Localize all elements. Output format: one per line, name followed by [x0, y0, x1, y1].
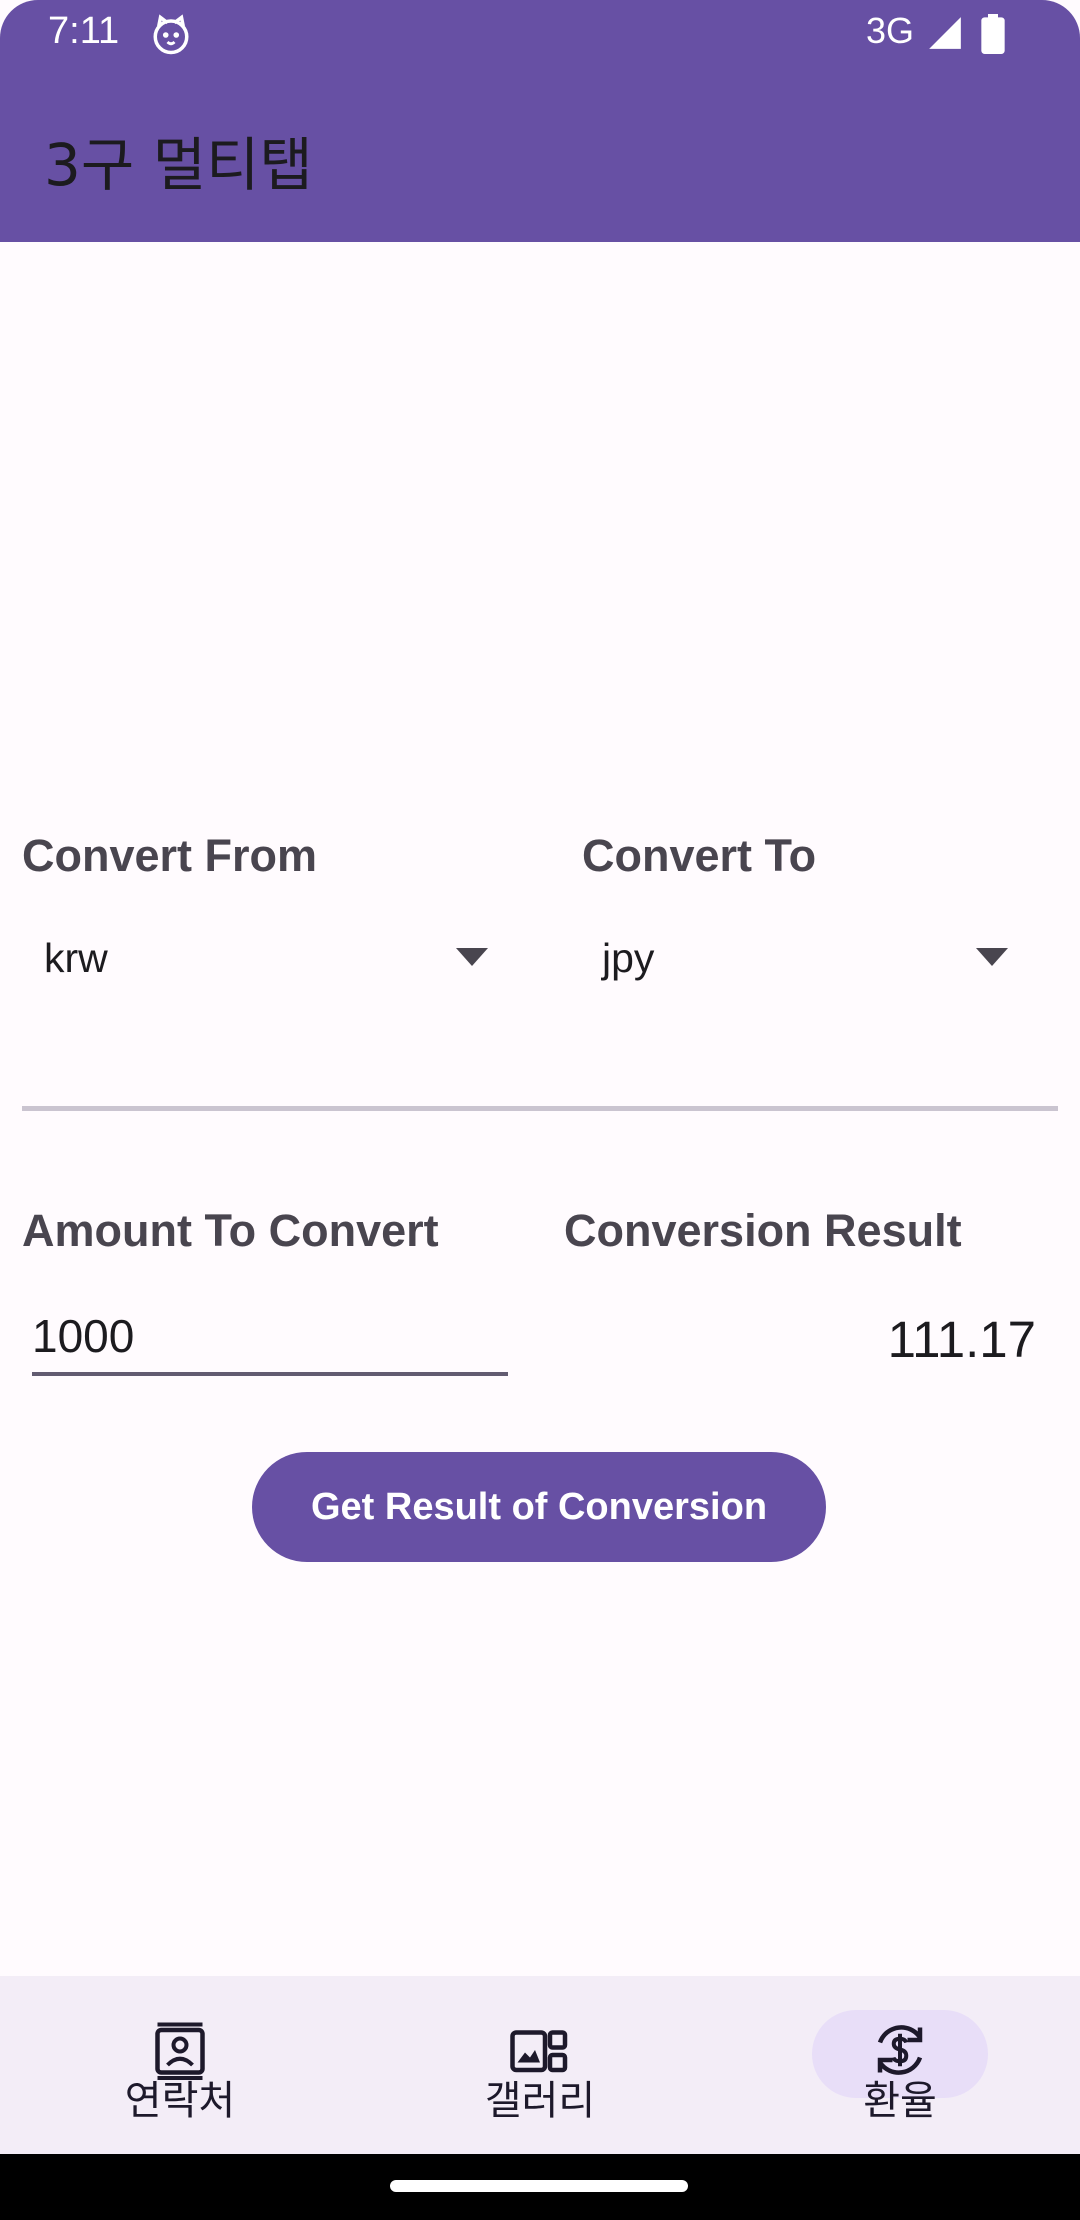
- nav-item-contacts[interactable]: 연락처: [0, 1976, 360, 2154]
- section-divider: [22, 1106, 1058, 1111]
- network-type: 3G: [866, 10, 915, 51]
- nav-item-exchange[interactable]: 환율: [720, 1976, 1080, 2154]
- gesture-navigation-bar: [0, 2154, 1080, 2220]
- amount-label: Amount To Convert: [22, 1205, 439, 1256]
- nav-label-contacts: 연락처: [124, 2078, 236, 2124]
- nav-label-gallery: 갤러리: [484, 2078, 596, 2124]
- cat-face-icon: [153, 14, 189, 55]
- conversion-result-value: 111.17: [887, 1311, 1036, 1368]
- nav-item-gallery[interactable]: 갤러리: [360, 1976, 720, 2154]
- cellular-signal-icon: [929, 17, 961, 49]
- result-label: Conversion Result: [564, 1205, 962, 1256]
- convert-to-label: Convert To: [582, 830, 817, 881]
- dropdown-arrow-icon: [976, 948, 1008, 966]
- bottom-navigation: 연락처 갤러리 환율: [0, 1976, 1080, 2154]
- status-time: 7:11: [48, 10, 120, 52]
- app-title: 3구 멀티탭: [44, 131, 313, 199]
- screen: 7:11 3G 3구 멀티탭 Convert From Convert To k…: [0, 0, 1080, 2220]
- get-result-button[interactable]: Get Result of Conversion: [252, 1452, 826, 1562]
- amount-input[interactable]: [32, 1300, 508, 1376]
- convert-from-value: krw: [44, 935, 108, 981]
- convert-from-label: Convert From: [22, 830, 318, 881]
- app-top-bar: 7:11 3G 3구 멀티탭: [0, 0, 1080, 242]
- dropdown-arrow-icon: [456, 948, 488, 966]
- convert-to-value: jpy: [602, 935, 655, 981]
- battery-icon: [981, 14, 1005, 54]
- nav-label-exchange: 환율: [863, 2078, 937, 2124]
- home-gesture-handle[interactable]: [390, 2180, 688, 2192]
